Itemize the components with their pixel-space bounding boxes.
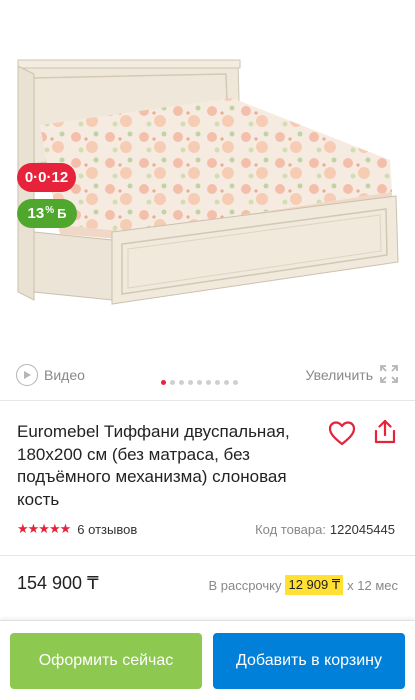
pagination-dot[interactable] [206, 380, 211, 385]
action-bar: Оформить сейчас Добавить в корзину [0, 620, 415, 700]
pagination-dot[interactable] [179, 380, 184, 385]
bonus-badge-value: 13 [27, 205, 45, 222]
product-code: Код товара: 122045445 [255, 520, 395, 538]
installment-badge: 0·0·12 [17, 163, 76, 192]
divider [0, 400, 415, 401]
installment-info[interactable]: В рассрочку 12 909 ₸ x 12 мес [208, 575, 398, 595]
pagination-dot[interactable] [197, 380, 202, 385]
reviews-link[interactable]: 6 отзывов [77, 522, 137, 537]
pagination-dot[interactable] [224, 380, 229, 385]
star-icon: ★★★★★ [17, 521, 71, 536]
pagination-dot[interactable] [215, 380, 220, 385]
image-pagination[interactable] [161, 380, 238, 385]
pagination-dot[interactable] [161, 380, 166, 385]
heart-icon[interactable] [328, 420, 356, 451]
play-icon [16, 364, 38, 386]
video-label: Видео [44, 367, 85, 383]
zoom-button[interactable]: Увеличить [305, 363, 399, 387]
pagination-dot[interactable] [233, 380, 238, 385]
product-gallery[interactable]: 0·0·12 13% Б Видео Увеличить [0, 0, 415, 395]
buy-now-button[interactable]: Оформить сейчас [10, 633, 202, 689]
pagination-dot[interactable] [170, 380, 175, 385]
bonus-badge: 13% Б [17, 199, 77, 228]
share-icon[interactable] [372, 418, 398, 451]
product-code-label: Код товара: [255, 521, 326, 537]
rating[interactable]: ★★★★★ 6 отзывов [17, 520, 137, 538]
divider [0, 555, 415, 556]
installment-term: x 12 мес [347, 577, 398, 593]
bonus-badge-percent: % [45, 205, 55, 216]
price: 154 900 ₸ [17, 573, 99, 593]
product-image[interactable] [0, 0, 415, 395]
product-title: Euromebel Тиффани двуспальная, 180x200 с… [17, 422, 290, 509]
product-code-value: 122045445 [329, 521, 395, 537]
zoom-icon [379, 364, 399, 387]
installment-label: В рассрочку [208, 577, 282, 593]
zoom-label: Увеличить [305, 367, 373, 383]
bonus-icon: Б [57, 206, 67, 221]
installment-amount: 12 909 ₸ [285, 575, 344, 595]
add-to-cart-button[interactable]: Добавить в корзину [213, 633, 405, 689]
pagination-dot[interactable] [188, 380, 193, 385]
video-button[interactable]: Видео [16, 363, 85, 387]
installment-badge-label: 0·0·12 [24, 169, 69, 186]
